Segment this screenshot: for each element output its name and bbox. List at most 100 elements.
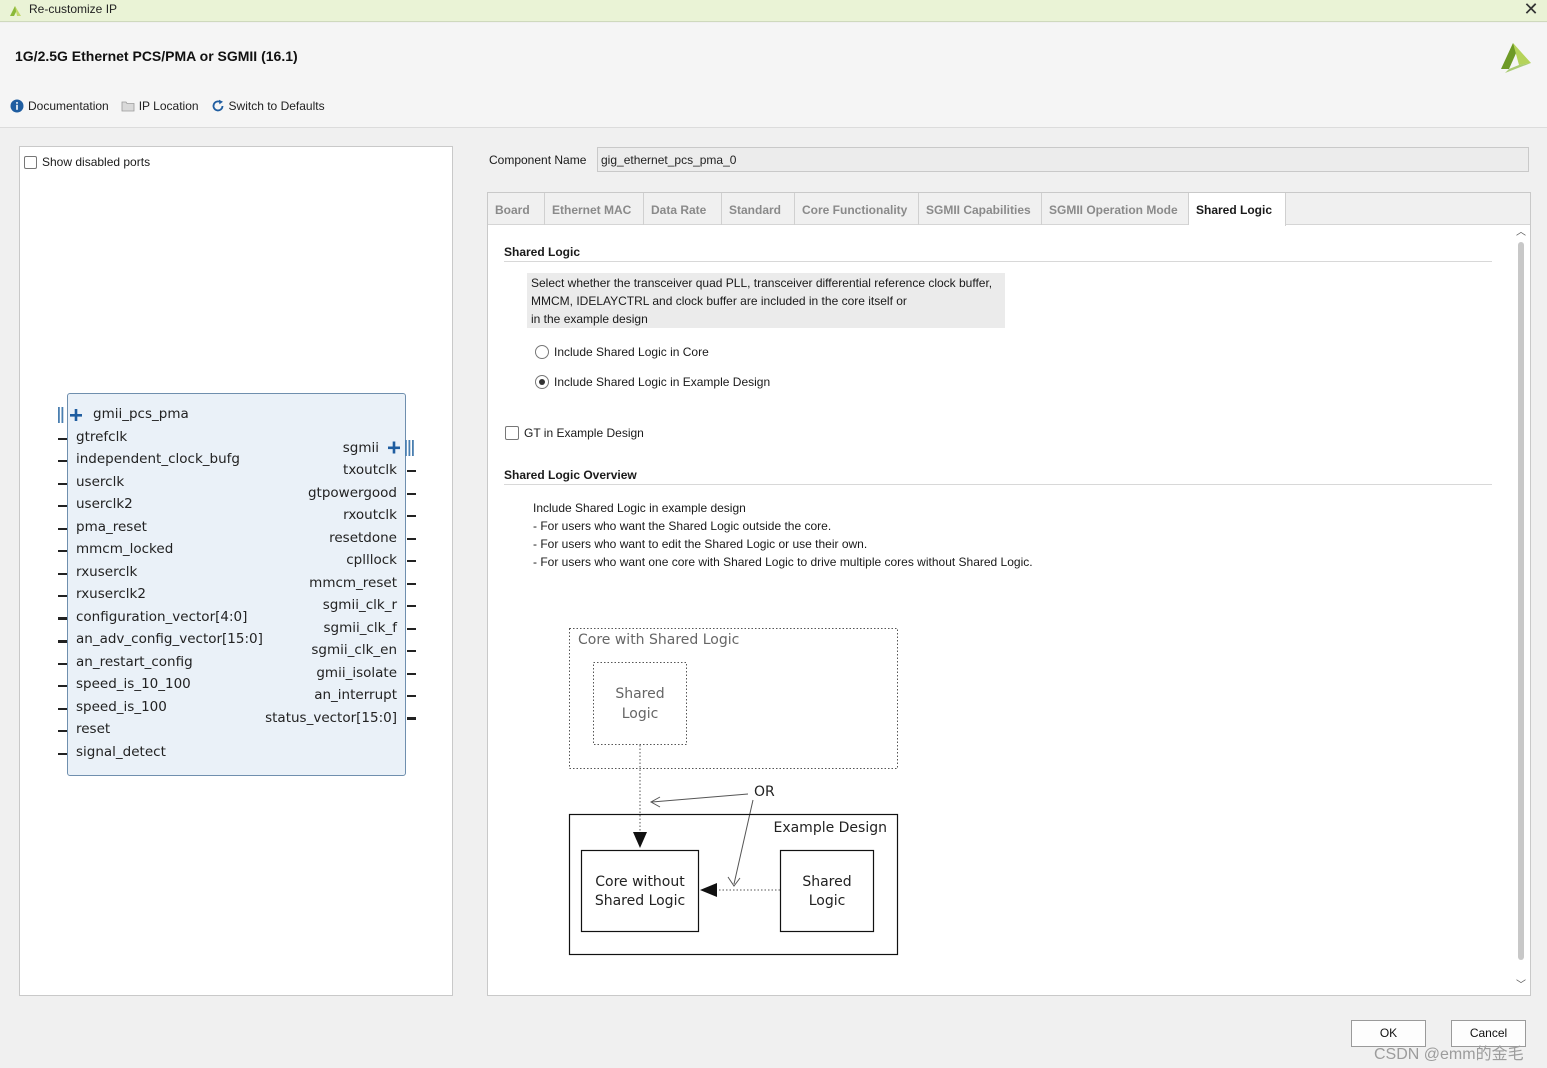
close-icon[interactable]: ✕ <box>1521 0 1541 19</box>
pin <box>407 515 416 517</box>
pin <box>58 505 67 507</box>
or-pointer-line <box>651 793 749 803</box>
pin <box>407 493 416 495</box>
overview-text: Include Shared Logic in example design -… <box>533 499 1033 571</box>
overview-line: Include Shared Logic in example design <box>533 501 746 515</box>
inner-shared-label-1: Shared <box>615 686 664 702</box>
port-signal-detect: signal_detect <box>76 744 166 760</box>
tab-standard[interactable]: Standard <box>722 193 795 225</box>
arrow-head <box>633 832 647 848</box>
example-shared-label-2: Logic <box>809 893 846 909</box>
show-disabled-ports-row[interactable]: Show disabled ports <box>24 155 150 169</box>
tab-shared-logic[interactable]: Shared Logic <box>1189 193 1286 226</box>
description-line: MMCM, IDELAYCTRL and clock buffer are in… <box>531 294 907 308</box>
tab-sgmii-operation-mode[interactable]: SGMII Operation Mode <box>1042 193 1189 225</box>
bus-expand-icon[interactable] <box>387 439 417 459</box>
port-gmii-pcs-pma: gmii_pcs_pma <box>93 406 189 422</box>
port-gtpowergood: gtpowergood <box>307 485 397 501</box>
port-status-vector: status_vector[15:0] <box>265 710 397 726</box>
bus-expand-icon[interactable] <box>58 405 84 425</box>
example-design-label: Example Design <box>773 820 887 836</box>
pin <box>58 460 67 462</box>
documentation-button[interactable]: Documentation <box>10 99 109 113</box>
include-shared-logic-in-core-label: Include Shared Logic in Core <box>554 345 709 359</box>
arrow-head <box>700 883 717 897</box>
pin <box>407 650 416 652</box>
gt-in-example-design-checkbox[interactable] <box>505 426 519 440</box>
window-title: Re-customize IP <box>29 2 118 16</box>
shared-logic-diagram: Core with Shared Logic Shared Logic OR E… <box>568 628 899 956</box>
pin <box>407 628 416 630</box>
pin <box>407 583 416 585</box>
show-disabled-ports-label: Show disabled ports <box>42 155 151 169</box>
pin <box>58 685 67 687</box>
tab-data-rate[interactable]: Data Rate <box>644 193 722 225</box>
component-name-input[interactable] <box>597 147 1529 172</box>
scroll-up-icon[interactable]: ︿ <box>1516 228 1526 238</box>
port-sgmii-clk-en: sgmii_clk_en <box>311 642 397 658</box>
watermark: CSDN @emm的金毛 <box>1374 1046 1524 1063</box>
inner-shared-label-2: Logic <box>622 706 659 722</box>
core-with-shared-logic-label: Core with Shared Logic <box>578 632 739 648</box>
pin <box>58 528 67 530</box>
overview-section-title: Shared Logic Overview <box>504 468 637 482</box>
component-name-label: Component Name <box>489 153 587 167</box>
ip-symbol-block: gmii_pcs_pma gtrefclk independent_clock_… <box>58 393 416 776</box>
port-mmcm-locked: mmcm_locked <box>76 541 174 557</box>
pin <box>58 483 67 485</box>
tab-board[interactable]: Board <box>488 193 545 225</box>
scroll-thumb[interactable] <box>1518 242 1524 960</box>
port-resetdone: resetdone <box>329 530 397 546</box>
pin <box>407 538 416 540</box>
port-sgmii-clk-f: sgmii_clk_f <box>323 620 398 636</box>
include-shared-logic-in-example-label: Include Shared Logic in Example Design <box>554 375 771 389</box>
port-independent-clock-bufg: independent_clock_bufg <box>76 451 240 467</box>
section-divider <box>504 261 1492 262</box>
tab-core-functionality[interactable]: Core Functionality <box>795 193 919 225</box>
port-gmii-isolate: gmii_isolate <box>316 665 397 681</box>
description-line: in the example design <box>531 312 648 326</box>
port-cplllock: cplllock <box>346 552 397 568</box>
window-titlebar: Re-customize IP ✕ <box>0 0 1547 22</box>
info-icon <box>10 99 24 113</box>
pin <box>58 438 67 440</box>
tab-sgmii-capabilities[interactable]: SGMII Capabilities <box>919 193 1042 225</box>
pin <box>58 708 67 710</box>
pin <box>58 573 67 575</box>
port-reset: reset <box>76 721 111 737</box>
vertical-scrollbar[interactable]: ︿ ﹀ <box>1514 226 1528 994</box>
tab-ethernet-mac[interactable]: Ethernet MAC <box>545 193 644 225</box>
ip-location-label: IP Location <box>138 99 199 113</box>
scroll-down-icon[interactable]: ﹀ <box>1516 981 1526 991</box>
port-rxuserclk: rxuserclk <box>76 564 138 580</box>
port-userclk2: userclk2 <box>76 496 133 512</box>
description-line: Select whether the transceiver quad PLL,… <box>531 276 993 290</box>
port-speed-is-100: speed_is_100 <box>76 699 167 715</box>
port-rxoutclk: rxoutclk <box>343 507 397 523</box>
gt-in-example-design-row[interactable]: GT in Example Design <box>505 426 644 440</box>
port-gtrefclk: gtrefclk <box>76 429 128 445</box>
show-disabled-ports-checkbox[interactable] <box>24 155 37 169</box>
inner-shared-logic-box <box>593 662 687 745</box>
port-sgmii-clk-r: sgmii_clk_r <box>322 597 397 613</box>
pin <box>58 663 67 665</box>
overview-line: - For users who want to edit the Shared … <box>533 537 868 551</box>
documentation-label: Documentation <box>28 99 109 113</box>
refresh-icon <box>212 99 223 112</box>
symbol-panel: Show disabled ports gmii_pcs_pma gtrefcl… <box>19 146 453 996</box>
shared-logic-description: Select whether the transceiver quad PLL,… <box>527 273 1005 328</box>
radio-example[interactable] <box>535 375 549 389</box>
include-shared-logic-in-example-option[interactable]: Include Shared Logic in Example Design <box>535 375 770 389</box>
ip-title: 1G/2.5G Ethernet PCS/PMA or SGMII (16.1) <box>15 48 298 64</box>
pin-bus <box>407 717 416 720</box>
ip-location-button[interactable]: IP Location <box>121 99 199 113</box>
or-pointer-line <box>733 799 754 885</box>
switch-to-defaults-button[interactable]: Switch to Defaults <box>211 99 325 113</box>
pin <box>407 560 416 562</box>
include-shared-logic-in-core-option[interactable]: Include Shared Logic in Core <box>535 345 709 359</box>
radio-core[interactable] <box>535 345 549 359</box>
port-an-restart-config: an_restart_config <box>76 654 193 670</box>
example-shared-label-1: Shared <box>802 874 851 890</box>
toolbar: Documentation IP Location Switch to Defa… <box>10 99 325 113</box>
brand-logo-icon <box>1501 43 1531 73</box>
